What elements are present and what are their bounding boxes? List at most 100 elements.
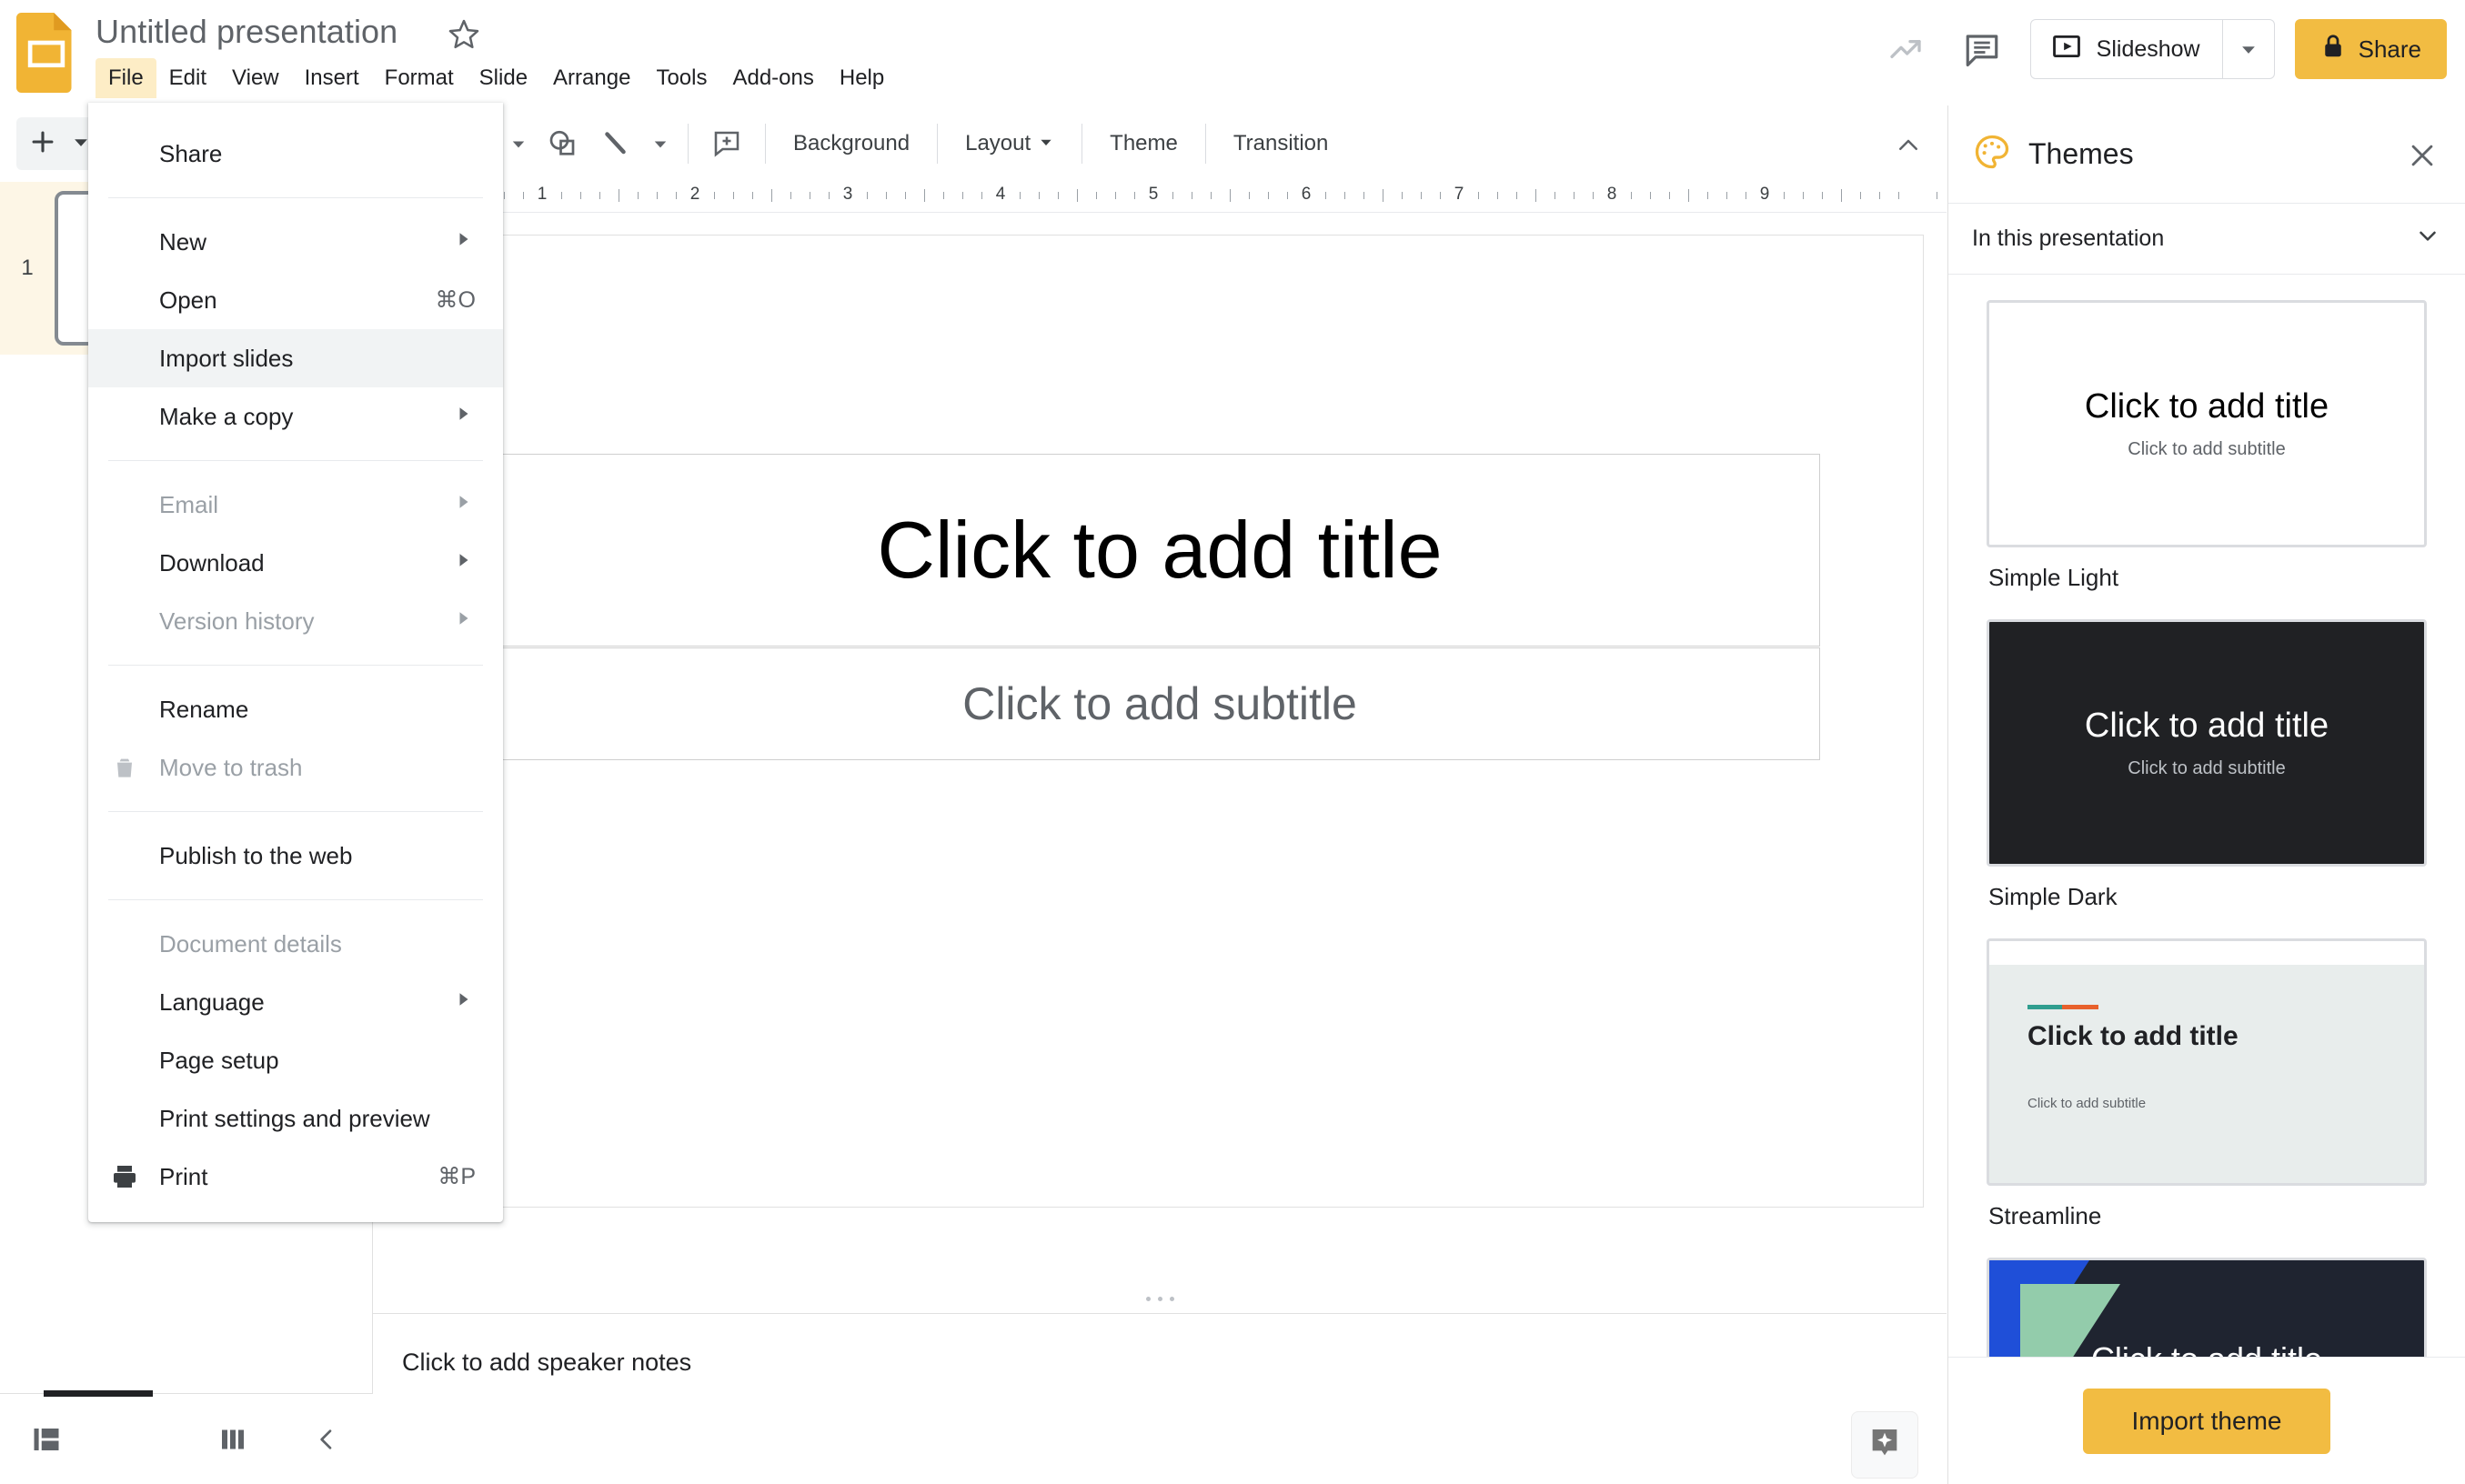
menu-insert[interactable]: Insert	[292, 58, 372, 98]
document-title[interactable]: Untitled presentation	[96, 13, 397, 51]
ruler-tick	[924, 189, 925, 202]
chevron-up-icon[interactable]	[1883, 120, 1934, 171]
menu-item-shortcut: ⌘P	[438, 1164, 476, 1189]
notes-resize-handle[interactable]	[373, 1289, 1947, 1308]
themes-panel: Themes In this presentation Click to add…	[1947, 105, 2465, 1484]
file-menu-item-publish-to-the-web[interactable]: Publish to the web	[88, 827, 503, 885]
explore-button[interactable]	[1851, 1411, 1918, 1479]
file-menu-item-rename[interactable]: Rename	[88, 680, 503, 738]
layout-button[interactable]: Layout	[949, 131, 1071, 156]
theme-preview[interactable]: Click to add title Click to add subtitle	[1987, 938, 2427, 1186]
ruler-tick	[733, 192, 734, 199]
line-icon[interactable]	[591, 118, 642, 169]
menu-file[interactable]: File	[96, 58, 156, 98]
menu-edit[interactable]: Edit	[156, 58, 219, 98]
themes-list[interactable]: Click to add title Click to add subtitle…	[1948, 276, 2465, 1357]
google-slides-logo[interactable]	[16, 13, 76, 93]
palette-icon	[1972, 132, 2012, 176]
menu-separator	[108, 460, 483, 461]
themes-scope-select[interactable]: In this presentation	[1948, 204, 2465, 275]
subtitle-placeholder[interactable]: Click to add subtitle	[499, 647, 1820, 760]
ruler-tick	[1363, 192, 1364, 199]
background-button[interactable]: Background	[777, 131, 926, 156]
ruler-tick	[1497, 192, 1498, 199]
slideshow-button-group[interactable]: Slideshow	[2029, 19, 2275, 79]
menu-view[interactable]: View	[219, 58, 292, 98]
ruler-tick	[638, 192, 639, 199]
theme-button[interactable]: Theme	[1093, 131, 1194, 156]
theme-preview-title: Click to add title	[1989, 1340, 2424, 1357]
menu-arrange[interactable]: Arrange	[540, 58, 643, 98]
filmstrip-view-icon[interactable]	[0, 1394, 94, 1484]
ruler-tick	[1669, 192, 1670, 199]
slide-canvas[interactable]: Click to add title Click to add subtitle	[396, 235, 1924, 1208]
ruler-tick	[714, 192, 715, 199]
file-menu-item-import-slides[interactable]: Import slides	[88, 329, 503, 387]
menu-format[interactable]: Format	[372, 58, 467, 98]
menu-help[interactable]: Help	[827, 58, 897, 98]
file-menu-item-language[interactable]: Language	[88, 973, 503, 1031]
menu-item-shortcut: ⌘O	[435, 287, 476, 313]
ruler-tick	[1039, 192, 1040, 199]
active-view-indicator	[44, 1390, 153, 1397]
ruler-tick	[943, 192, 944, 199]
ruler-tick	[867, 192, 868, 199]
ruler-tick	[580, 192, 581, 199]
import-theme-footer: Import theme	[1948, 1357, 2465, 1484]
speaker-notes-pane[interactable]: Click to add speaker notes	[373, 1313, 1947, 1484]
ruler-tick	[1784, 192, 1785, 199]
menu-slide[interactable]: Slide	[467, 58, 540, 98]
import-theme-button[interactable]: Import theme	[2082, 1388, 2331, 1454]
ruler-tick	[523, 192, 524, 199]
theme-card-focus[interactable]: Click to add title	[1987, 1258, 2427, 1357]
file-menu-item-print[interactable]: Print ⌘P	[88, 1148, 503, 1206]
theme-preview[interactable]: Click to add title	[1987, 1258, 2427, 1357]
ruler-tick	[1172, 192, 1173, 199]
theme-card-simple-dark[interactable]: Click to add title Click to add subtitle…	[1987, 619, 2427, 911]
grid-view-icon[interactable]	[186, 1394, 280, 1484]
close-icon[interactable]	[2400, 133, 2445, 178]
chevron-left-icon[interactable]	[280, 1394, 374, 1484]
add-comment-icon[interactable]	[701, 118, 752, 169]
speaker-notes-placeholder: Click to add speaker notes	[402, 1349, 692, 1376]
theme-card-streamline[interactable]: Click to add title Click to add subtitle…	[1987, 938, 2427, 1230]
menu-tools[interactable]: Tools	[643, 58, 719, 98]
menu-item-label: Document details	[159, 929, 342, 958]
file-menu-item-open[interactable]: Open ⌘O	[88, 271, 503, 329]
file-menu-item-make-a-copy[interactable]: Make a copy	[88, 387, 503, 446]
line-caret-down-icon[interactable]	[646, 118, 675, 169]
star-outline-icon[interactable]	[446, 16, 482, 53]
image-caret-down-icon[interactable]	[504, 118, 533, 169]
file-menu-item-new[interactable]: New	[88, 213, 503, 271]
file-menu-item-page-setup[interactable]: Page setup	[88, 1031, 503, 1089]
file-menu-item-download[interactable]: Download	[88, 534, 503, 592]
ruler-tick	[599, 192, 600, 199]
ruler-tick	[1211, 192, 1212, 199]
transition-button[interactable]: Transition	[1217, 131, 1344, 156]
ruler-tick	[981, 192, 982, 199]
comment-history-icon[interactable]	[1954, 21, 2010, 77]
theme-card-simple-light[interactable]: Click to add title Click to add subtitle…	[1987, 300, 2427, 592]
submenu-arrow-icon	[456, 494, 472, 516]
theme-preview-subtitle: Click to add subtitle	[2027, 1096, 2147, 1111]
menu-item-label: Move to trash	[159, 753, 303, 781]
divider	[765, 124, 766, 164]
theme-preview-subtitle: Click to add subtitle	[2128, 439, 2286, 459]
file-menu-item-version-history: Version history	[88, 592, 503, 650]
shape-icon[interactable]	[537, 118, 588, 169]
title-placeholder[interactable]: Click to add title	[499, 454, 1820, 647]
file-menu-dropdown[interactable]: Share New Open ⌘O Import slides Make a copy Em…	[88, 103, 503, 1222]
ruler-tick	[504, 192, 505, 199]
ruler-number: 5	[1148, 185, 1159, 204]
file-menu-item-share[interactable]: Share	[88, 125, 503, 183]
caret-down-icon[interactable]	[2223, 20, 2274, 78]
theme-preview[interactable]: Click to add title Click to add subtitle	[1987, 619, 2427, 867]
ruler-number: 4	[995, 185, 1006, 204]
top-right-actions: Slideshow Share	[1877, 11, 2447, 87]
file-menu-item-print-settings-and-preview[interactable]: Print settings and preview	[88, 1089, 503, 1148]
theme-preview[interactable]: Click to add title Click to add subtitle	[1987, 300, 2427, 547]
trending-up-icon[interactable]	[1877, 21, 1934, 77]
share-button[interactable]: Share	[2294, 19, 2447, 79]
menu-addons[interactable]: Add-ons	[719, 58, 826, 98]
slideshow-button[interactable]: Slideshow	[2031, 20, 2222, 78]
